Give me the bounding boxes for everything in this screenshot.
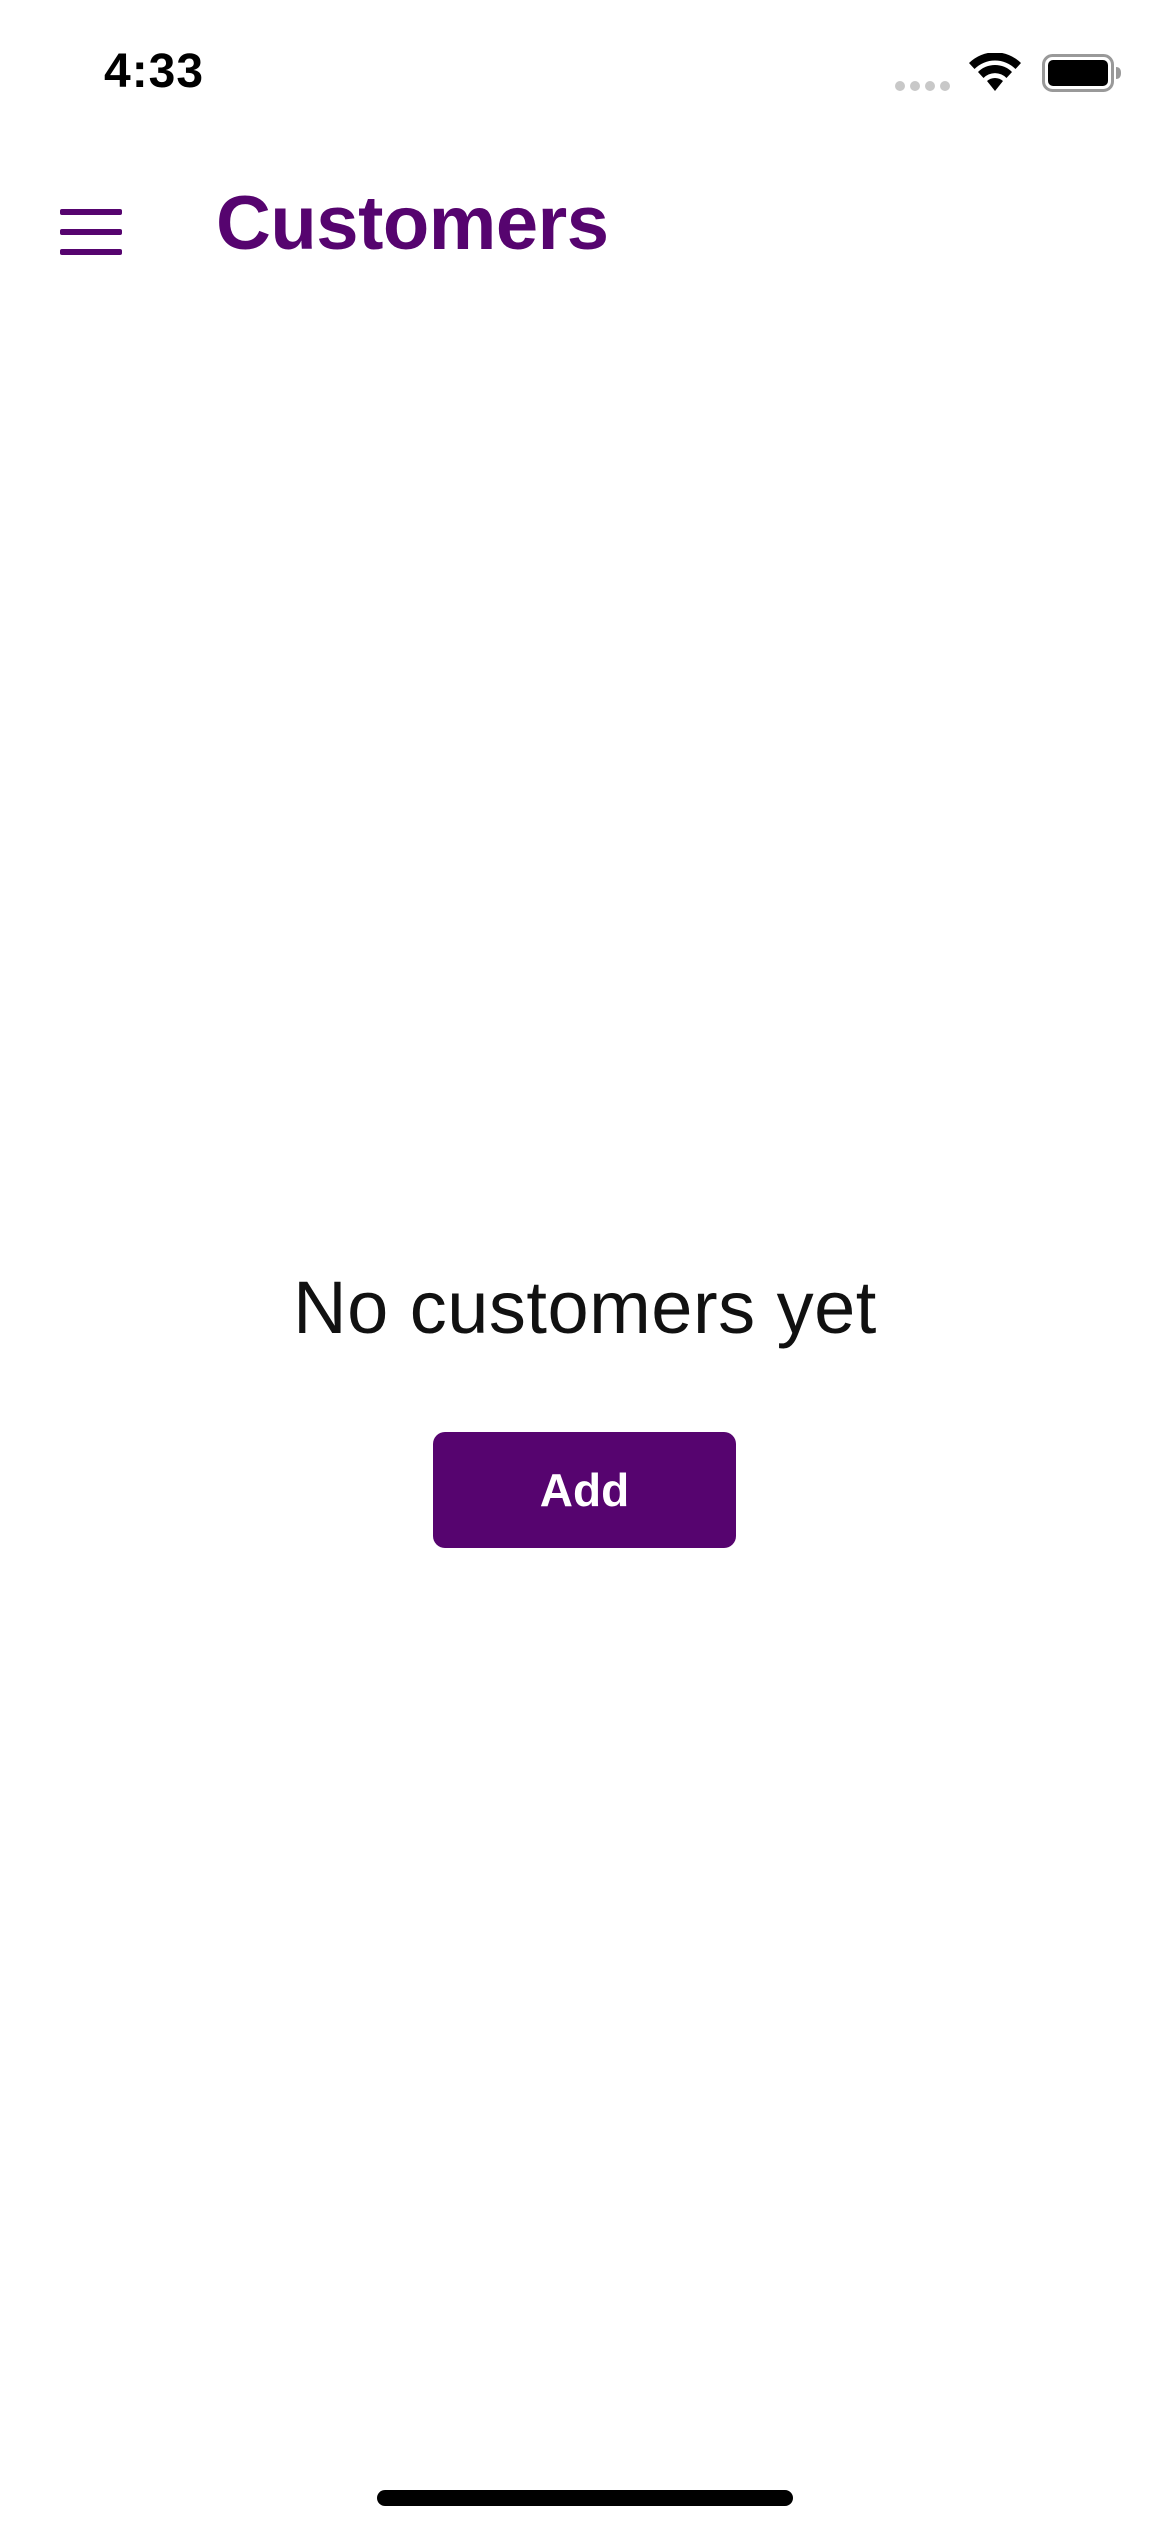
wifi-icon xyxy=(968,52,1022,97)
app-bar: Customers xyxy=(0,160,1170,290)
status-bar: 4:33 xyxy=(0,0,1170,140)
status-time: 4:33 xyxy=(104,45,205,98)
empty-state-message: No customers yet xyxy=(293,1266,877,1349)
status-icons xyxy=(895,52,1122,98)
battery-icon xyxy=(1042,53,1122,97)
page-title: Customers xyxy=(216,181,609,266)
empty-state: No customers yet xyxy=(0,1260,1170,1356)
home-indicator[interactable] xyxy=(377,2490,793,2506)
add-customer-button[interactable]: Add xyxy=(433,1432,736,1548)
cellular-signal-icon xyxy=(895,79,950,93)
hamburger-menu-icon[interactable] xyxy=(50,190,134,274)
